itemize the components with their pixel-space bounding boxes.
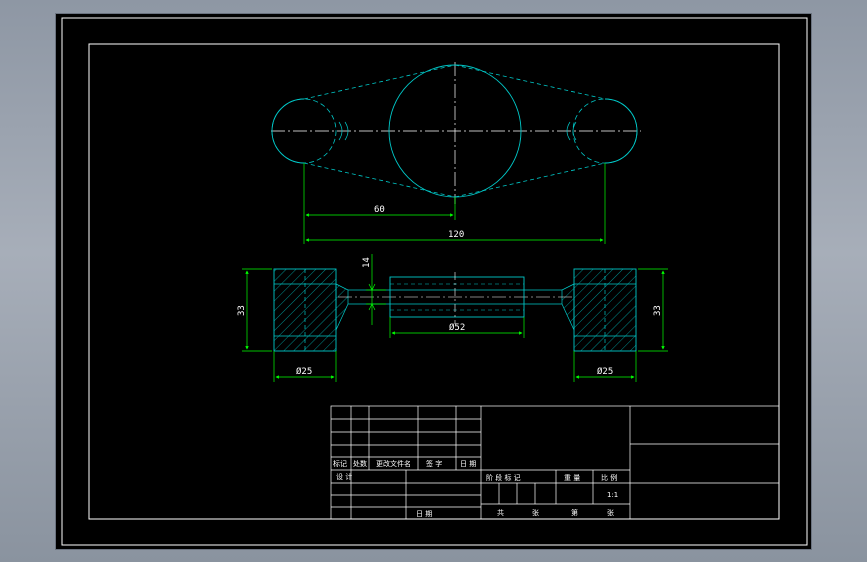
dimension-text-25-right: Ø25 <box>597 366 613 377</box>
total-sheets-label: 共 <box>497 508 504 517</box>
revision-header-mark: 标记 <box>333 459 347 468</box>
designer-label: 设 计 <box>336 472 352 481</box>
cad-viewport: 60 120 33 33 Ø25 Ø25 Ø52 14 标记 处数 更改文件名 … <box>55 13 812 550</box>
left-hub-section <box>273 268 337 352</box>
page-label: 第 <box>571 508 578 517</box>
revision-header-sign: 签 字 <box>426 459 442 468</box>
dimension-text-33-right: 33 <box>653 305 663 316</box>
profile-upper-left <box>303 64 456 100</box>
top-view: 60 120 <box>271 62 641 244</box>
revision-header-date: 日 期 <box>460 460 476 468</box>
revision-header-file: 更改文件名 <box>376 459 411 468</box>
web-right-taper <box>561 283 575 331</box>
drawing-frame <box>88 43 780 520</box>
dimension-text-60: 60 <box>374 205 385 215</box>
dimension-text-33-left: 33 <box>237 305 247 316</box>
sheets-unit-label: 张 <box>532 508 539 517</box>
title-block-labels: 标记 处数 更改文件名 签 字 日 期 设 计 日 期 阶 段 标 记 重 量 … <box>333 459 618 518</box>
stage-label: 阶 段 标 记 <box>486 473 521 482</box>
date-label: 日 期 <box>416 510 432 518</box>
section-view: 33 33 Ø25 Ø25 Ø52 14 <box>237 254 668 382</box>
profile-lower-right <box>454 162 606 198</box>
profile-upper-right <box>454 64 606 100</box>
dimension-text-14: 14 <box>362 257 372 268</box>
dimension-text-120: 120 <box>448 230 464 240</box>
profile-lower-left <box>303 162 456 198</box>
scale-label: 比 例 <box>601 473 617 482</box>
dimension-text-52: Ø52 <box>449 322 465 333</box>
right-hub-section <box>573 268 637 352</box>
engineering-drawing: 60 120 33 33 Ø25 Ø25 Ø52 14 标记 处数 更改文件名 … <box>61 17 808 546</box>
sheet-unit-label: 张 <box>607 508 614 517</box>
web-left-taper <box>335 283 349 331</box>
dimension-text-25-left: Ø25 <box>296 366 312 377</box>
scale-value: 1:1 <box>607 491 618 499</box>
weight-label: 重 量 <box>564 474 580 482</box>
revision-header-count: 处数 <box>353 459 367 468</box>
